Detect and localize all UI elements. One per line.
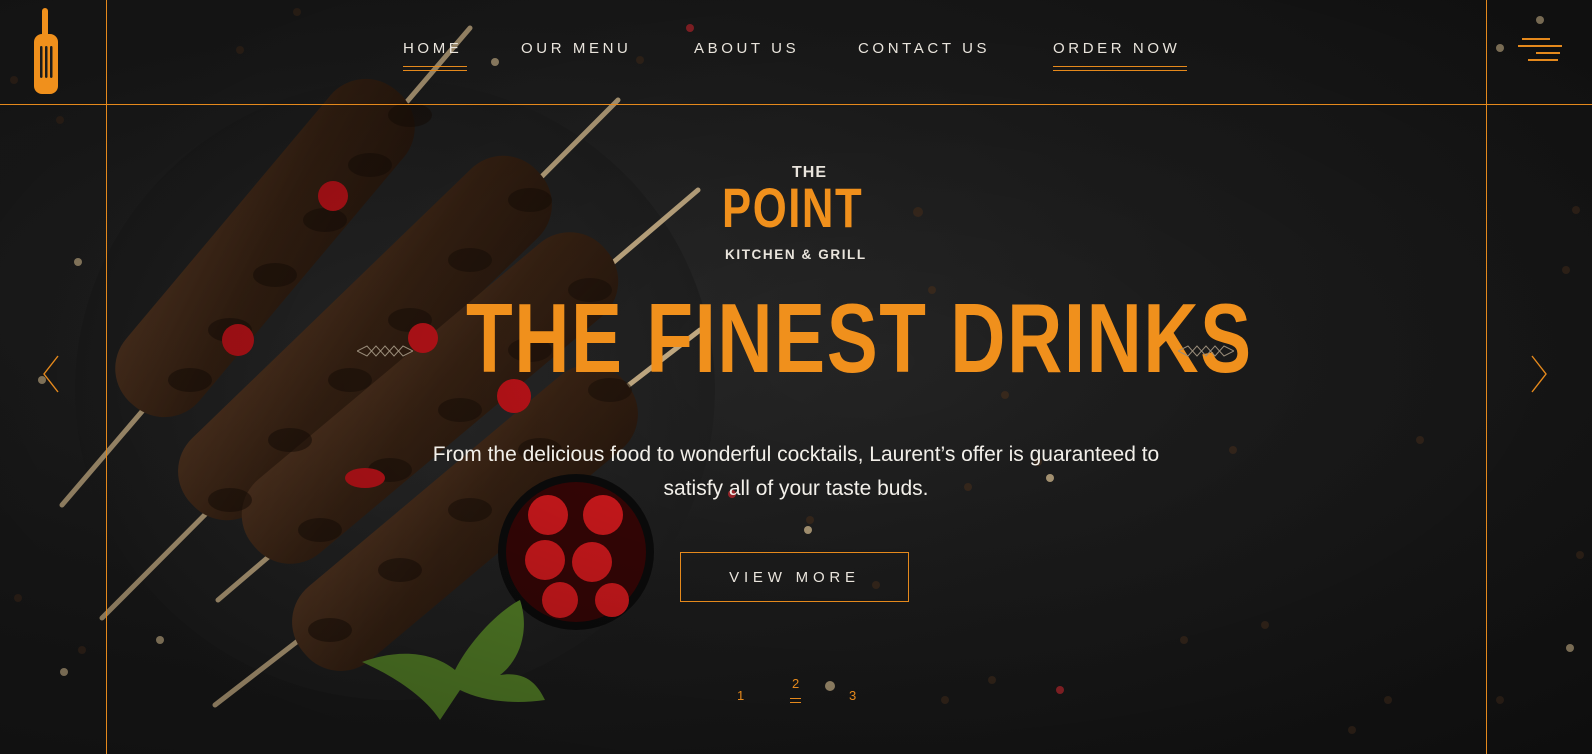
order-underline [1053, 66, 1187, 67]
hero-headline: THE FINEST DRINKS [466, 283, 1253, 393]
nav-item-contact-us[interactable]: CONTACT US [858, 40, 990, 57]
slide-page-3[interactable]: 3 [849, 688, 856, 703]
main-nav: HOME OUR MENU ABOUT US CONTACT US ORDER … [0, 40, 1592, 71]
active-underline [403, 70, 467, 71]
nav-item-label: CONTACT US [858, 40, 991, 57]
hero-tagline: From the delicious food to wonderful coc… [432, 443, 1160, 500]
ornament-right-icon [1178, 345, 1234, 357]
frame-line-right [1486, 0, 1487, 754]
nav-item-about-us[interactable]: ABOUT US [694, 40, 799, 57]
active-underline [403, 66, 467, 67]
nav-item-our-menu[interactable]: OUR MENU [521, 40, 631, 57]
hamburger-icon[interactable] [1518, 36, 1562, 64]
nav-item-label: HOME [403, 40, 463, 57]
slider-pagination: 1 2 3 [0, 676, 1592, 706]
nav-item-label: ORDER NOW [1053, 40, 1181, 57]
brand-logo: THE POINT KITCHEN & GRILL [722, 160, 872, 270]
view-more-button[interactable]: VIEW MORE [680, 552, 909, 602]
order-underline [1053, 70, 1187, 71]
hero-section: HOME OUR MENU ABOUT US CONTACT US ORDER … [0, 0, 1592, 754]
nav-item-label: OUR MENU [521, 40, 632, 57]
nav-item-order-now[interactable]: ORDER NOW [1053, 40, 1187, 71]
frame-line-left [106, 0, 107, 754]
slide-page-1[interactable]: 1 [737, 688, 744, 703]
active-page-indicator [790, 698, 801, 699]
chevron-left-icon[interactable] [42, 354, 60, 394]
frame-line-top [0, 104, 1592, 105]
brand-subtitle: KITCHEN & GRILL [725, 247, 867, 262]
chevron-right-icon[interactable] [1530, 354, 1548, 394]
ornament-left-icon [357, 345, 413, 357]
brand-point: POINT [722, 176, 864, 239]
nav-item-home[interactable]: HOME [403, 40, 467, 71]
slide-page-2[interactable]: 2 [792, 676, 799, 691]
active-page-indicator [790, 702, 801, 703]
nav-item-label: ABOUT US [694, 40, 800, 57]
